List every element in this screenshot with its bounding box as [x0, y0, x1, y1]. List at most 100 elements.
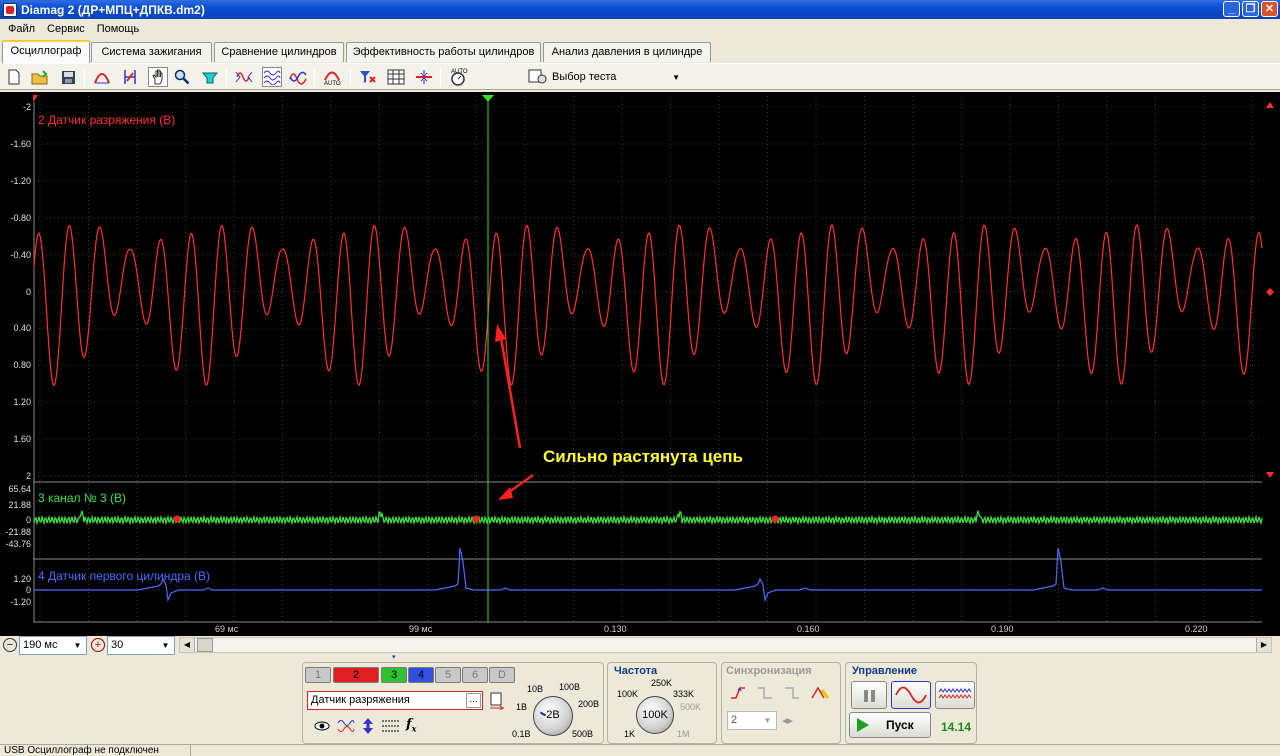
sync-channel-select[interactable]: 2 ▼	[727, 711, 777, 730]
wave-stack-icon[interactable]	[262, 67, 282, 87]
open-folder-icon[interactable]	[30, 67, 50, 87]
horizontal-scrollbar[interactable]: ◀ ▶	[179, 637, 1272, 653]
tab-cylinder-pressure[interactable]: Анализ давления в цилиндре	[543, 42, 711, 62]
cursor-measure-icon[interactable]	[120, 67, 140, 87]
auto-setup-icon[interactable]: AUTO	[448, 67, 468, 87]
scroll-right-icon[interactable]: ▶	[1256, 638, 1271, 652]
minimize-button[interactable]: _	[1223, 1, 1240, 17]
channel-2-waveform	[33, 223, 1263, 387]
y-tick-label: -2	[22, 102, 31, 112]
channel-3-waveform	[33, 510, 1263, 526]
channel-button-d[interactable]: D	[489, 667, 515, 683]
y-tick-label: 1.60	[13, 434, 31, 445]
signal-filter-icon[interactable]	[200, 67, 220, 87]
scroll-up-marker-icon[interactable]	[1266, 102, 1274, 108]
voltage-label-100v: 100В	[559, 682, 581, 692]
auto-sync-icon[interactable]	[810, 684, 830, 702]
freq-label-1k: 1K	[624, 729, 636, 739]
zoom-select[interactable]: 30 ▼	[107, 635, 175, 655]
function-icon[interactable]: fx	[406, 717, 426, 735]
tab-ignition-system[interactable]: Система зажигания	[91, 42, 212, 62]
sync-point-marker	[771, 515, 779, 523]
timebase-value: 190 мс	[23, 638, 58, 651]
menu-help[interactable]: Помощь	[91, 23, 146, 35]
grid-icon[interactable]	[386, 67, 406, 87]
sync-title: Синхронизация	[726, 665, 812, 677]
menu-file[interactable]: Файл	[2, 23, 41, 35]
y-tick-label: -1.60	[10, 138, 31, 149]
center-line-icon[interactable]	[414, 67, 434, 87]
pause-button[interactable]	[851, 681, 887, 709]
multi-wave-icon	[938, 688, 972, 699]
menu-service[interactable]: Сервис	[41, 23, 91, 35]
wave-compress-icon[interactable]	[234, 67, 254, 87]
x-tick-label: 69 мс	[215, 624, 239, 634]
channel-button-2[interactable]: 2	[333, 667, 379, 683]
falling-edge-icon[interactable]	[756, 684, 774, 702]
channel-3-label: 3 канал № 3 (В)	[38, 491, 127, 505]
annotation-text: Сильно растянута цепь	[543, 447, 743, 466]
timebase-select[interactable]: 190 мс ▼	[19, 635, 87, 655]
timebase-row: − 190 мс ▼ + 30 ▼ ◀ ▶	[0, 635, 1280, 655]
y-tick-label: 1.20	[13, 397, 31, 408]
zero-level-marker-icon[interactable]	[1266, 288, 1274, 296]
maximize-button[interactable]: ❐	[1242, 1, 1259, 17]
frequency-knob[interactable]: 100K	[636, 696, 674, 734]
y-tick-label: -0.40	[10, 249, 31, 260]
chevron-down-icon: ▼	[73, 640, 82, 650]
sensor-settings-icon[interactable]	[488, 692, 506, 712]
channel-2-label: 2 Датчик разряжения (В)	[38, 113, 176, 127]
scroll-thumb[interactable]	[197, 638, 213, 652]
svg-text:AUTO: AUTO	[324, 81, 341, 86]
oscilloscope-canvas[interactable]	[0, 92, 1280, 636]
wave-overlay-icon[interactable]	[288, 67, 308, 87]
zoom-in-icon[interactable]: +	[91, 638, 105, 652]
scroll-down-marker-icon[interactable]	[1266, 472, 1274, 478]
y-tick-label: 65.64	[8, 484, 31, 494]
eye-icon[interactable]	[313, 718, 331, 734]
auto-scale-icon[interactable]: AUTO	[322, 67, 342, 87]
continuous-sweep-button[interactable]	[935, 681, 975, 709]
invert-wave-icon[interactable]	[337, 718, 355, 734]
x-tick-label: 0.190	[991, 624, 1014, 634]
sync-swap-icon[interactable]: ◂▸	[782, 714, 793, 727]
channel-button-1[interactable]: 1	[305, 667, 331, 683]
frequency-knob-value: 100K	[642, 709, 668, 721]
voltage-knob[interactable]: 2В	[533, 696, 573, 736]
freq-label-500k: 500K	[680, 702, 702, 712]
panel-collapse-icon[interactable]: ▾	[392, 654, 422, 661]
close-button[interactable]: ✕	[1261, 1, 1278, 17]
tab-cylinder-compare[interactable]: Сравнение цилиндров	[214, 42, 344, 62]
line-style-icon[interactable]	[381, 718, 401, 734]
tab-oscilloscope[interactable]: Осциллограф	[2, 40, 90, 63]
voltage-label-500v: 500В	[572, 729, 594, 739]
control-panel: ▾ Датчик разряжения ... fx 2В 10В 100В 1…	[0, 654, 1280, 744]
tab-cylinder-efficiency[interactable]: Эффективность работы цилиндров	[346, 42, 541, 62]
channel-button-3[interactable]: 3	[381, 667, 407, 683]
vertical-offset-icon[interactable]	[360, 717, 376, 735]
channel-filter-icon[interactable]	[358, 67, 378, 87]
channel-button-6[interactable]: 6	[462, 667, 488, 683]
sync-channel-value: 2	[731, 714, 738, 726]
sensor-field[interactable]: Датчик разряжения ...	[307, 691, 483, 710]
time-cursor-handle[interactable]	[482, 95, 494, 102]
scroll-left-icon[interactable]: ◀	[180, 638, 195, 652]
frequency-title: Частота	[614, 665, 658, 677]
sensor-more-button[interactable]: ...	[466, 693, 481, 708]
zoom-icon[interactable]	[172, 67, 192, 87]
level-sync-icon[interactable]	[783, 684, 801, 702]
start-button-label: Пуск	[886, 718, 914, 732]
hand-pan-icon[interactable]	[148, 67, 168, 87]
curve-tool-icon[interactable]	[92, 67, 112, 87]
single-sweep-button[interactable]	[891, 681, 931, 709]
rising-edge-icon[interactable]	[729, 684, 747, 702]
channel-button-4[interactable]: 4	[408, 667, 434, 683]
new-file-icon[interactable]	[4, 67, 24, 87]
start-button[interactable]: Пуск	[849, 712, 931, 738]
oscilloscope-view[interactable]: -2 -1.60 -1.20 -0.80 -0.40 0 0.40 0.80 1.20 1.60 2…	[0, 92, 1280, 636]
y-tick-label: 21.88	[8, 500, 31, 510]
test-select-dropdown[interactable]: Выбор теста ▼	[528, 67, 684, 87]
channel-button-5[interactable]: 5	[435, 667, 461, 683]
zoom-out-icon[interactable]: −	[3, 638, 17, 652]
save-icon[interactable]	[58, 67, 78, 87]
